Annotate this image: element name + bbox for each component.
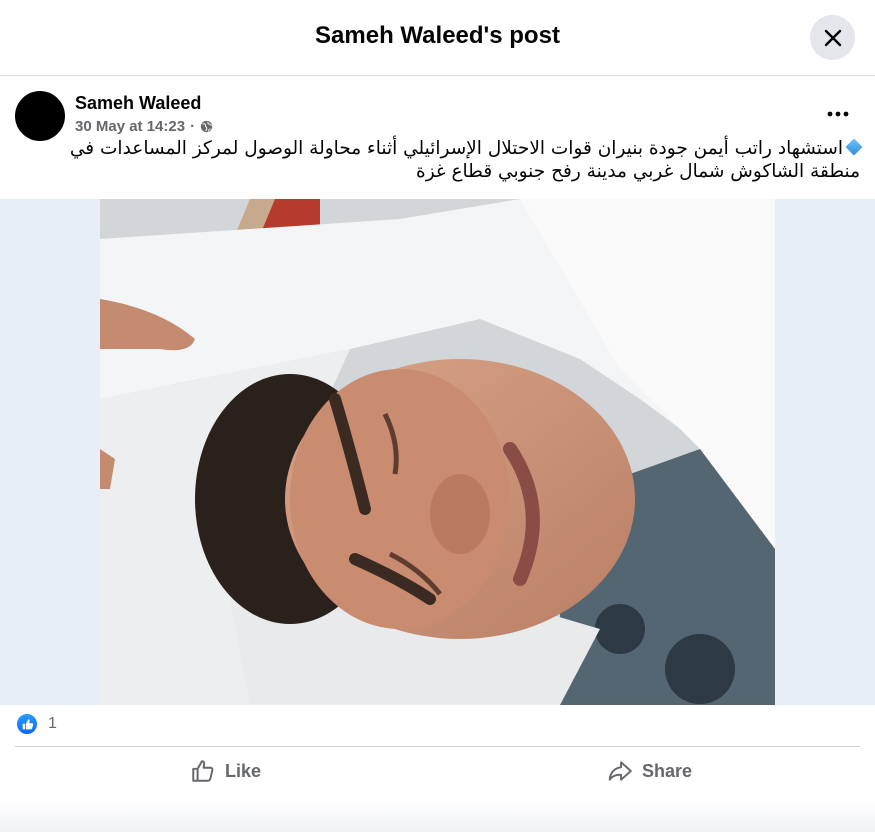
post-photo[interactable] [100, 199, 775, 705]
media-container [0, 199, 875, 705]
reaction-count: 1 [48, 715, 57, 732]
author-avatar[interactable] [15, 91, 65, 141]
author-name[interactable]: Sameh Waleed [75, 93, 201, 114]
post-meta: 30 May at 14:23 · [75, 118, 213, 135]
like-reaction-icon [15, 712, 39, 736]
divider [15, 746, 860, 747]
dialog-title: Sameh Waleed's post [315, 22, 560, 49]
more-options-button[interactable] [818, 100, 858, 128]
meta-separator: · [190, 118, 196, 135]
like-label: Like [225, 760, 262, 781]
like-button[interactable]: Like [190, 752, 261, 790]
share-label: Share [642, 760, 693, 781]
more-options-icon [827, 111, 849, 117]
reactions-summary[interactable]: 1 [15, 712, 57, 736]
post-timestamp[interactable]: 30 May at 14:23 [75, 118, 185, 135]
close-icon [824, 29, 841, 46]
dialog-header: Sameh Waleed's post [0, 0, 875, 76]
globe-icon[interactable] [200, 120, 213, 133]
post-text-container: استشهاد راتب أيمن جودة بنيران قوات الاحت… [18, 137, 863, 183]
share-button[interactable]: Share [607, 752, 692, 790]
post-text: استشهاد راتب أيمن جودة بنيران قوات الاحت… [69, 138, 860, 182]
blue-diamond-emoji [845, 138, 863, 156]
share-icon [608, 761, 632, 781]
like-icon [192, 760, 214, 782]
close-button[interactable] [810, 15, 855, 60]
footer-area [0, 800, 875, 832]
